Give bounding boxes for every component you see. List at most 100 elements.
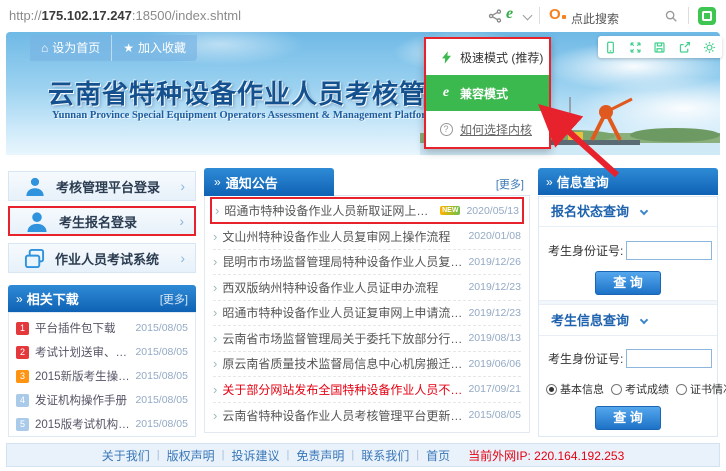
footer-link[interactable]: 版权声明 xyxy=(167,447,215,464)
id-label: 考生身份证号: xyxy=(548,350,623,367)
notice-item[interactable]: ›昆明市市场监督管理局特种设备作业人员复审流程...2019/12/26 xyxy=(213,250,521,276)
search-engine-logo[interactable]: O xyxy=(549,6,566,23)
download-item-date: 2015/08/05 xyxy=(135,346,188,358)
user-icon xyxy=(24,176,46,196)
search-input[interactable]: 点此搜索 xyxy=(571,10,619,27)
divider: | xyxy=(157,449,160,461)
add-favorite-button[interactable]: ★加入收藏 xyxy=(112,35,197,61)
notice-item[interactable]: ›昭通市特种设备作业人员证复审网上申请流程及相...2019/12/23 xyxy=(213,301,521,327)
radio-option[interactable]: 基本信息 xyxy=(546,381,604,397)
url-host: 175.102.17.247 xyxy=(42,8,132,23)
document-icon xyxy=(24,248,45,269)
rank-badge: 4 xyxy=(16,394,29,407)
ie-compat-icon[interactable]: e xyxy=(506,5,513,23)
candidate-id-input[interactable] xyxy=(626,241,712,260)
ip-label: 当前外网IP: xyxy=(468,449,531,463)
footer-link[interactable]: 联系我们 xyxy=(361,447,409,464)
section-registration-status[interactable]: 报名状态查询 xyxy=(539,197,717,227)
arrow-icon: › xyxy=(213,254,217,269)
chevron-right-icon: › xyxy=(180,250,185,266)
browser-tools xyxy=(598,36,722,58)
radio-button[interactable] xyxy=(676,384,687,395)
login-assessment-platform[interactable]: 考核管理平台登录 › xyxy=(8,171,196,201)
download-item[interactable]: 2 考试计划送审、审核... 2015/08/05 xyxy=(16,340,188,364)
radio-button[interactable] xyxy=(546,384,557,395)
download-item[interactable]: 1平台插件包下载2015/08/05 xyxy=(16,316,188,340)
download-item-label: 2015版考试机构操... xyxy=(35,416,131,432)
add-favorite-label: 加入收藏 xyxy=(138,41,186,55)
logo-dot xyxy=(562,15,566,19)
query-header: » 信息查询 xyxy=(538,168,718,195)
footer-link[interactable]: 免责声明 xyxy=(296,447,344,464)
ip-value: 220.164.192.253 xyxy=(534,449,624,463)
notice-item-label: 昭通市特种设备作业人员证复审网上申请流程及相... xyxy=(222,304,462,321)
candidate-id-input[interactable] xyxy=(626,349,712,368)
arrow-icon: › xyxy=(213,305,217,320)
download-item[interactable]: 4发证机构操作手册2015/08/05 xyxy=(16,388,188,412)
notice-item[interactable]: ›原云南省质量技术监督局信息中心机房搬迁公告2019/06/06 xyxy=(213,352,521,378)
url-text[interactable]: http://175.102.17.247:18500/index.shtml xyxy=(9,8,241,23)
phone-icon[interactable] xyxy=(604,41,617,54)
menu-item-label: 如何选择内核 xyxy=(460,121,532,138)
login-exam-system[interactable]: 作业人员考试系统 › xyxy=(8,243,196,273)
notice-item[interactable]: ›昭通市特种设备作业人员新取证网上报名流程NEW2020/05/13 xyxy=(210,197,524,224)
browser-logo-icon[interactable] xyxy=(698,7,716,25)
notice-item[interactable]: ›关于部分网站发布全国特种设备作业人员不实信息...2017/09/21 xyxy=(213,377,521,403)
set-homepage-button[interactable]: ⌂设为首页 xyxy=(30,35,112,61)
notice-item[interactable]: ›云南省市场监督管理局关于委托下放部分行政许可...2019/08/13 xyxy=(213,326,521,352)
query-button[interactable]: 查 询 xyxy=(595,271,661,295)
notice-item-label: 昆明市市场监督管理局特种设备作业人员复审流程... xyxy=(222,253,462,270)
footer-link[interactable]: 关于我们 xyxy=(102,447,150,464)
notice-item-date: 2019/12/23 xyxy=(462,281,521,293)
section-candidate-info[interactable]: 考生信息查询 xyxy=(539,306,717,336)
save-icon[interactable] xyxy=(653,41,666,54)
download-item[interactable]: 32015新版考生操作...2015/08/05 xyxy=(16,364,188,388)
login-label: 考核管理平台登录 xyxy=(56,177,160,196)
url-rest: :18500/index.shtml xyxy=(132,8,241,23)
page-subtitle: Yunnan Province Special Equipment Operat… xyxy=(52,110,435,121)
browser-mode-menu: 极速模式 (推荐) e 兼容模式 ? 如何选择内核 xyxy=(424,37,551,149)
notices-more-link[interactable]: [更多] xyxy=(496,176,524,192)
footer-link[interactable]: 投诉建议 xyxy=(231,447,279,464)
rank-badge: 3 xyxy=(16,370,29,383)
gear-icon[interactable] xyxy=(703,41,716,54)
set-homepage-label: 设为首页 xyxy=(52,41,100,55)
fullscreen-icon[interactable] xyxy=(629,41,642,54)
menu-item-kernel-help[interactable]: ? 如何选择内核 xyxy=(426,111,549,147)
rank-badge: 5 xyxy=(16,418,29,431)
query-button[interactable]: 查 询 xyxy=(595,406,661,430)
notice-item[interactable]: ›西双版纳州特种设备作业人员证申办流程2019/12/23 xyxy=(213,275,521,301)
export-icon[interactable] xyxy=(678,41,691,54)
download-item-label: 2015新版考生操作... xyxy=(35,368,131,384)
arrow-icon: › xyxy=(213,356,217,371)
menu-item-label: 极速模式 (推荐) xyxy=(460,49,543,66)
rank-badge: 2 xyxy=(16,346,29,359)
radio-button[interactable] xyxy=(611,384,622,395)
section-title: 报名状态查询 xyxy=(551,204,629,219)
downloads-header: » 相关下载 [更多] xyxy=(8,285,196,312)
query-title-bar: » 信息查询 xyxy=(538,168,718,195)
search-icon[interactable] xyxy=(664,9,678,28)
download-item-label: 考试计划送审、审核... xyxy=(35,344,131,360)
download-item[interactable]: 52015版考试机构操...2015/08/05 xyxy=(16,412,188,436)
divider: | xyxy=(416,449,419,461)
id-label: 考生身份证号: xyxy=(548,242,623,259)
chevron-down-icon[interactable] xyxy=(523,11,533,21)
share-icon[interactable] xyxy=(488,9,502,28)
notice-item[interactable]: ›文山州特种设备作业人员复审网上操作流程2020/01/08 xyxy=(213,224,521,250)
download-list: 1平台插件包下载2015/08/05 2 考试计划送审、审核... 2015/08/0… xyxy=(8,312,196,437)
radio-option[interactable]: 考试成绩 xyxy=(611,381,669,397)
radio-option[interactable]: 证书情况 xyxy=(676,381,726,397)
browser-address-bar: http://175.102.17.247:18500/index.shtml … xyxy=(0,0,726,32)
notice-item[interactable]: ›云南省特种设备作业人员考核管理平台更新至20...2015/08/05 xyxy=(213,403,521,429)
menu-item-compat-mode[interactable]: e 兼容模式 xyxy=(426,75,549,111)
tab-notices[interactable]: » 通知公告 xyxy=(204,168,334,196)
chevron-down-icon xyxy=(640,207,648,215)
footer-link[interactable]: 首页 xyxy=(426,447,450,464)
query-panel: 报名状态查询 考生身份证号: 查 询 考生信息查询 考生身份证号: 基本信息考试… xyxy=(538,196,718,437)
download-item-date: 2015/08/05 xyxy=(135,322,188,334)
footer-links: 关于我们|版权声明|投诉建议|免责声明|联系我们|首页 xyxy=(102,447,450,464)
menu-item-speed-mode[interactable]: 极速模式 (推荐) xyxy=(426,39,549,75)
downloads-more-link[interactable]: [更多] xyxy=(160,291,188,307)
login-candidate-registration[interactable]: 考生报名登录 › xyxy=(8,206,196,236)
